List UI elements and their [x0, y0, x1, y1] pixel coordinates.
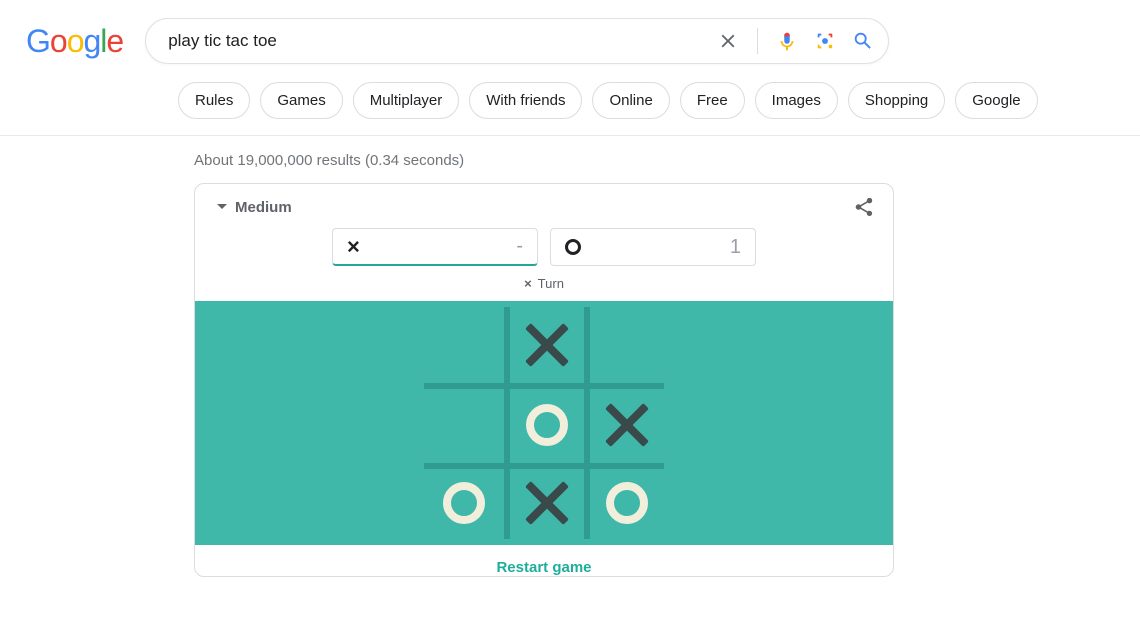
- o-symbol: [565, 239, 581, 255]
- score-box-x[interactable]: × -: [332, 228, 538, 266]
- turn-symbol: ×: [524, 276, 532, 291]
- search-bar[interactable]: [145, 18, 889, 64]
- restart-button[interactable]: Restart game: [496, 559, 591, 576]
- cell-1-0[interactable]: [424, 387, 504, 463]
- o-mark-icon: [526, 404, 568, 446]
- results-stats: About 19,000,000 results (0.34 seconds): [0, 136, 1140, 183]
- score-box-o[interactable]: 1: [550, 228, 756, 266]
- chip-rules[interactable]: Rules: [178, 82, 250, 119]
- x-score-value: -: [516, 235, 523, 258]
- cell-2-1[interactable]: [507, 467, 587, 539]
- turn-indicator: × Turn: [195, 276, 893, 301]
- voice-search-icon[interactable]: [776, 30, 798, 52]
- search-input[interactable]: [166, 30, 717, 52]
- cell-2-2[interactable]: [587, 467, 667, 539]
- x-mark-icon: [606, 404, 648, 446]
- o-mark-icon: [606, 482, 648, 524]
- chip-with-friends[interactable]: With friends: [469, 82, 582, 119]
- difficulty-label: Medium: [235, 199, 292, 216]
- game-board: [424, 307, 664, 539]
- chip-images[interactable]: Images: [755, 82, 838, 119]
- score-row: × - 1: [195, 228, 893, 276]
- cell-0-0[interactable]: [424, 307, 504, 383]
- chip-shopping[interactable]: Shopping: [848, 82, 945, 119]
- chip-online[interactable]: Online: [592, 82, 669, 119]
- turn-label: Turn: [538, 276, 564, 291]
- chip-google[interactable]: Google: [955, 82, 1037, 119]
- difficulty-selector[interactable]: Medium: [217, 199, 292, 216]
- cell-2-0[interactable]: [424, 467, 504, 539]
- x-symbol: ×: [347, 234, 360, 260]
- restart-row: Restart game: [195, 545, 893, 576]
- tic-tac-toe-card: Medium × - 1 × Turn: [194, 183, 894, 577]
- lens-icon[interactable]: [814, 30, 836, 52]
- filter-chips-row: Rules Games Multiplayer With friends Onl…: [0, 64, 1140, 135]
- cell-0-1[interactable]: [507, 307, 587, 383]
- clear-icon[interactable]: [717, 30, 739, 52]
- x-mark-icon: [526, 324, 568, 366]
- chip-multiplayer[interactable]: Multiplayer: [353, 82, 460, 119]
- o-score-value: 1: [730, 236, 741, 259]
- chevron-down-icon: [217, 204, 227, 214]
- chip-free[interactable]: Free: [680, 82, 745, 119]
- cell-0-2[interactable]: [587, 307, 667, 383]
- separator: [757, 28, 758, 54]
- share-icon[interactable]: [853, 196, 875, 218]
- chip-games[interactable]: Games: [260, 82, 342, 119]
- x-mark-icon: [526, 482, 568, 524]
- o-mark-icon: [443, 482, 485, 524]
- cell-1-1[interactable]: [507, 387, 587, 463]
- search-icon[interactable]: [852, 30, 874, 52]
- game-board-area: [195, 301, 893, 545]
- cell-1-2[interactable]: [587, 387, 667, 463]
- google-logo[interactable]: Google: [26, 23, 123, 60]
